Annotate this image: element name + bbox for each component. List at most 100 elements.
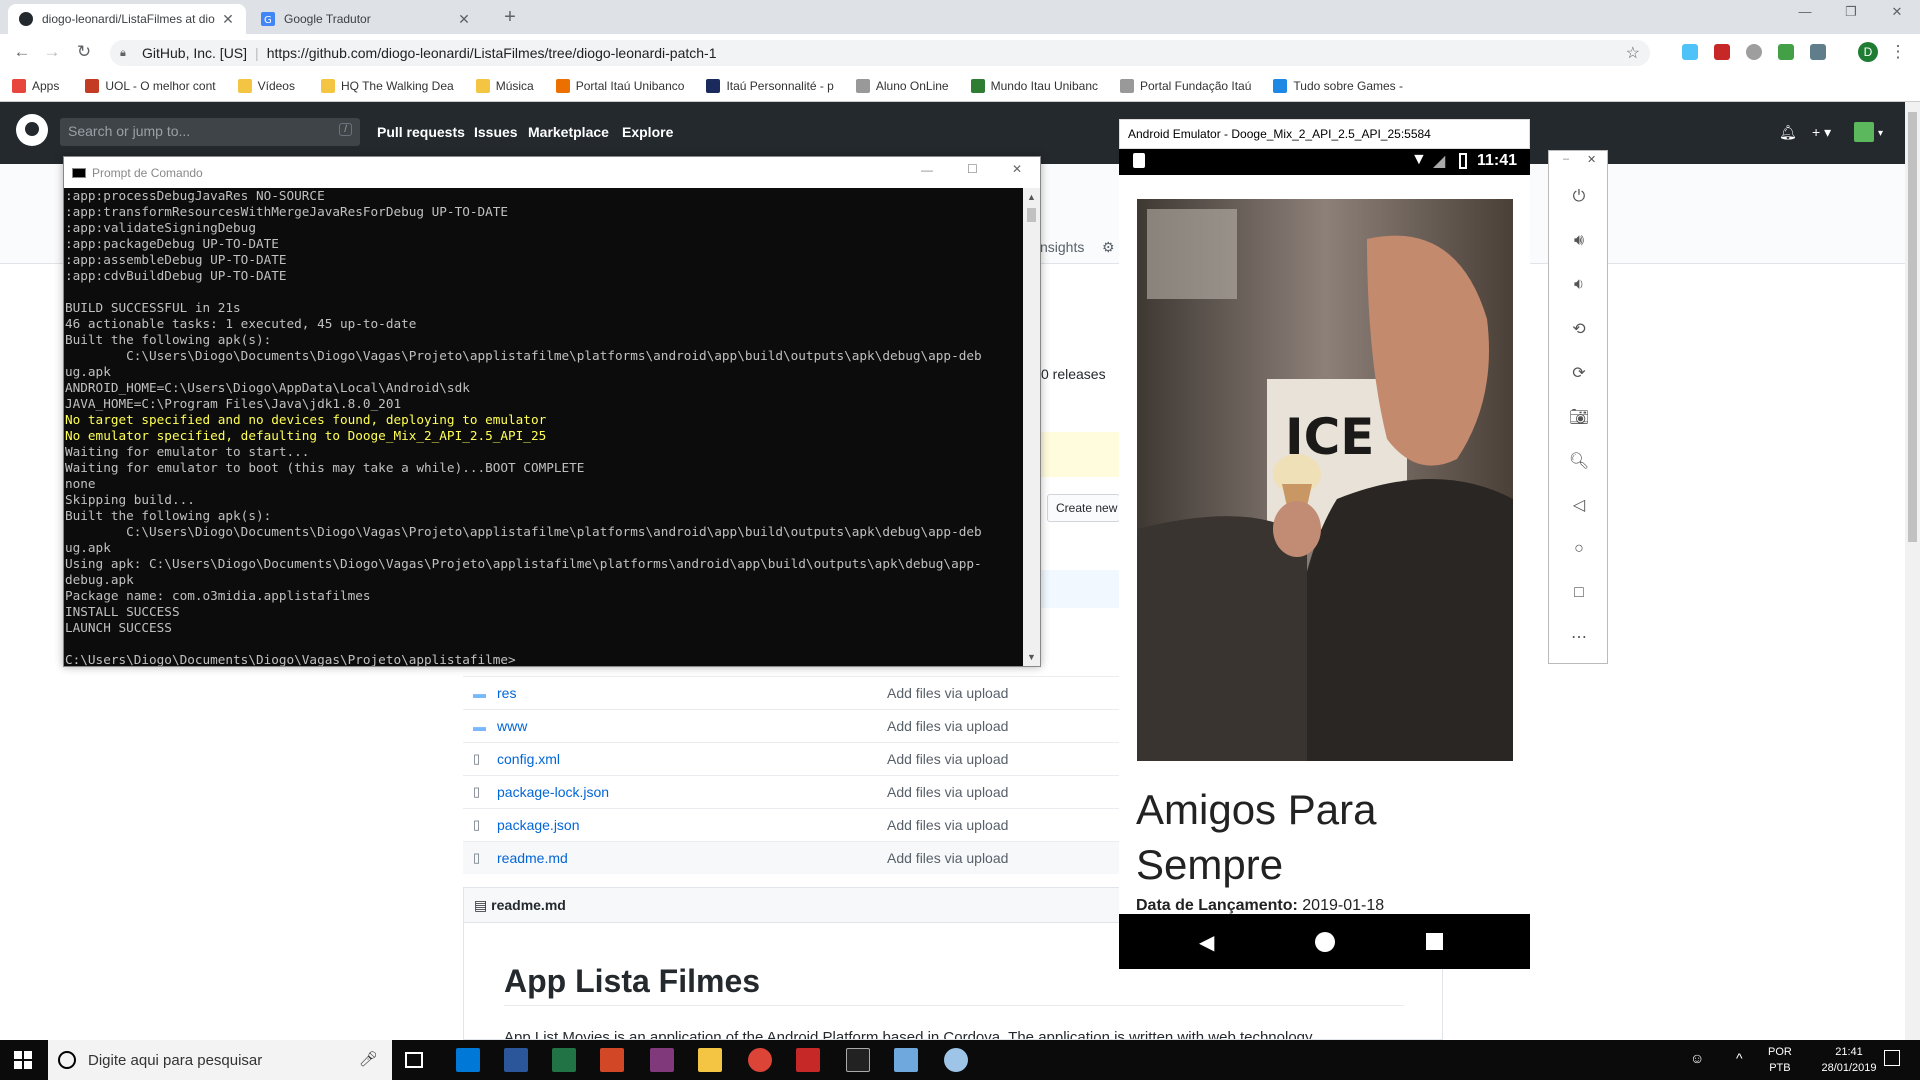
- input-language[interactable]: POR PTB: [1768, 1044, 1792, 1076]
- cmd-minimize-button[interactable]: —: [921, 163, 933, 177]
- panel-close-button[interactable]: ✕: [1587, 153, 1596, 166]
- close-window-button[interactable]: ✕: [1874, 4, 1920, 28]
- panel-minimize-button[interactable]: –: [1563, 153, 1569, 165]
- extension-pdf-icon[interactable]: [1714, 44, 1730, 60]
- bookmark-item[interactable]: Portal Fundação Itaú: [1120, 79, 1251, 93]
- microphone-icon[interactable]: 🎤︎: [359, 1050, 378, 1068]
- android-back-icon[interactable]: ◀: [1199, 930, 1214, 955]
- overview-icon[interactable]: □: [1567, 581, 1591, 605]
- cmd-close-button[interactable]: ✕: [1012, 162, 1022, 176]
- acrobat-icon[interactable]: [796, 1048, 820, 1072]
- create-new-file-button[interactable]: Create new: [1047, 494, 1120, 522]
- commit-message-link[interactable]: Add files via upload: [887, 817, 1008, 833]
- bookmark-item[interactable]: UOL - O melhor cont: [85, 79, 216, 93]
- bookmark-item[interactable]: Tudo sobre Games -: [1273, 79, 1403, 93]
- tab-github[interactable]: diogo-leonardi/ListaFilmes at dio ✕: [8, 4, 246, 34]
- back-arrow-icon[interactable]: ←: [12, 42, 32, 62]
- reload-icon[interactable]: ↻: [74, 42, 94, 62]
- zoom-icon[interactable]: 🔍︎: [1567, 449, 1591, 473]
- cmd-scrollbar[interactable]: ▲ ▼: [1023, 188, 1040, 666]
- profile-avatar[interactable]: D: [1858, 42, 1878, 62]
- volume-down-icon[interactable]: 🔉︎: [1567, 273, 1591, 297]
- nav-marketplace[interactable]: Marketplace: [528, 124, 609, 140]
- commit-message-link[interactable]: Add files via upload: [887, 685, 1008, 701]
- bookmark-item[interactable]: Aluno OnLine: [855, 79, 949, 93]
- bookmark-item[interactable]: Música: [475, 79, 534, 93]
- file-name-link[interactable]: config.xml: [497, 751, 887, 767]
- commit-message-link[interactable]: Add files via upload: [887, 751, 1008, 767]
- android-home-icon[interactable]: [1315, 932, 1335, 952]
- file-name-link[interactable]: www: [497, 718, 887, 734]
- user-avatar[interactable]: [1854, 122, 1874, 142]
- word-icon[interactable]: [504, 1048, 528, 1072]
- more-icon[interactable]: ⋯: [1567, 625, 1591, 649]
- bookmark-item[interactable]: Mundo Itau Unibanc: [970, 79, 1098, 93]
- rotate-left-icon[interactable]: ⟲: [1567, 317, 1591, 341]
- emulator-taskbar-icon[interactable]: [894, 1048, 918, 1072]
- file-name-link[interactable]: package.json: [497, 817, 887, 833]
- github-logo-icon[interactable]: [16, 114, 48, 146]
- power-icon[interactable]: ⏻: [1567, 185, 1591, 209]
- tab-google-tradutor[interactable]: G Google Tradutor ✕: [250, 4, 482, 34]
- releases-count[interactable]: 0 releases: [1041, 366, 1106, 382]
- create-plus-icon[interactable]: + ▾: [1812, 124, 1831, 141]
- bookmark-item[interactable]: Portal Itaú Unibanco: [555, 79, 684, 93]
- action-center-icon[interactable]: [1884, 1050, 1900, 1066]
- home-icon[interactable]: ○: [1567, 537, 1591, 561]
- back-icon[interactable]: ◁: [1567, 493, 1591, 517]
- settings-gear-icon[interactable]: ⚙: [1102, 239, 1115, 256]
- cmd-maximize-button[interactable]: ☐: [967, 162, 978, 176]
- nav-issues[interactable]: Issues: [474, 124, 518, 140]
- android-overview-icon[interactable]: [1426, 933, 1443, 950]
- taskbar-search-input[interactable]: Digite aqui para pesquisar 🎤︎: [48, 1040, 392, 1080]
- file-name-link[interactable]: package-lock.json: [497, 784, 887, 800]
- bookmark-item[interactable]: Itaú Personnalité - p: [706, 79, 834, 93]
- minimize-button[interactable]: —: [1782, 4, 1828, 28]
- rotate-right-icon[interactable]: ⟳: [1567, 361, 1591, 385]
- taskbar-clock[interactable]: 21:41 28/01/2019: [1814, 1044, 1884, 1076]
- commit-message-link[interactable]: Add files via upload: [887, 718, 1008, 734]
- tab-insights[interactable]: nsights: [1040, 239, 1084, 255]
- volume-up-icon[interactable]: 🔊︎: [1567, 229, 1591, 253]
- show-hidden-icons-chevron-icon[interactable]: ^: [1736, 1050, 1743, 1066]
- people-icon[interactable]: ☺: [1690, 1050, 1704, 1066]
- cmd-output[interactable]: :app:processDebugJavaRes NO-SOURCE:app:t…: [64, 188, 1024, 666]
- cmd-title-bar[interactable]: Prompt de Comando — ☐ ✕: [64, 157, 1040, 188]
- tab-close-icon[interactable]: ✕: [456, 11, 472, 28]
- file-explorer-icon[interactable]: [698, 1048, 722, 1072]
- emulator-screen[interactable]: ▼ ◢ 11:41 ICE Amigos Para Sempre Data de…: [1119, 149, 1530, 969]
- commit-message-link[interactable]: Add files via upload: [887, 850, 1008, 866]
- bookmark-item[interactable]: HQ The Walking Dea: [320, 79, 454, 93]
- new-tab-button[interactable]: +: [498, 6, 522, 29]
- command-prompt-window[interactable]: Prompt de Comando — ☐ ✕ :app:processDebu…: [63, 156, 1041, 667]
- powerpoint-icon[interactable]: [600, 1048, 624, 1072]
- commit-message-link[interactable]: Add files via upload: [887, 784, 1008, 800]
- extension-c-icon[interactable]: [1810, 44, 1826, 60]
- file-name-link[interactable]: res: [497, 685, 887, 701]
- chrome-icon[interactable]: [748, 1048, 772, 1072]
- tab-close-icon[interactable]: ✕: [220, 11, 236, 28]
- scrollbar-thumb[interactable]: [1908, 112, 1917, 542]
- extension-circle-icon[interactable]: [1746, 44, 1762, 60]
- onenote-icon[interactable]: [650, 1048, 674, 1072]
- excel-icon[interactable]: [552, 1048, 576, 1072]
- notifications-bell-icon[interactable]: 🔔︎: [1779, 124, 1797, 141]
- url-text[interactable]: https://github.com/diogo-leonardi/ListaF…: [267, 45, 717, 61]
- address-bar[interactable]: 🔒︎ GitHub, Inc. [US] | https://github.co…: [110, 40, 1650, 66]
- cmd-taskbar-icon[interactable]: [846, 1048, 870, 1072]
- file-name-link[interactable]: readme.md: [497, 850, 887, 866]
- extension-green-icon[interactable]: [1778, 44, 1794, 60]
- edge-icon[interactable]: [456, 1048, 480, 1072]
- bookmark-item[interactable]: Apps: [12, 79, 59, 93]
- avatar-dropdown-icon[interactable]: ▾: [1878, 128, 1883, 139]
- camera-icon[interactable]: 📷︎: [1567, 405, 1591, 429]
- nav-pull-requests[interactable]: Pull requests: [377, 124, 465, 140]
- cmd-scroll-thumb[interactable]: [1027, 208, 1036, 222]
- menu-dots-icon[interactable]: ⋮: [1888, 42, 1908, 62]
- extension-cloud-icon[interactable]: [1682, 44, 1698, 60]
- bookmark-star-icon[interactable]: ☆: [1626, 43, 1640, 63]
- bookmark-item[interactable]: Vídeos: [237, 79, 295, 93]
- nav-explore[interactable]: Explore: [622, 124, 673, 140]
- forward-arrow-icon[interactable]: →: [42, 42, 62, 62]
- task-view-icon[interactable]: [405, 1052, 423, 1068]
